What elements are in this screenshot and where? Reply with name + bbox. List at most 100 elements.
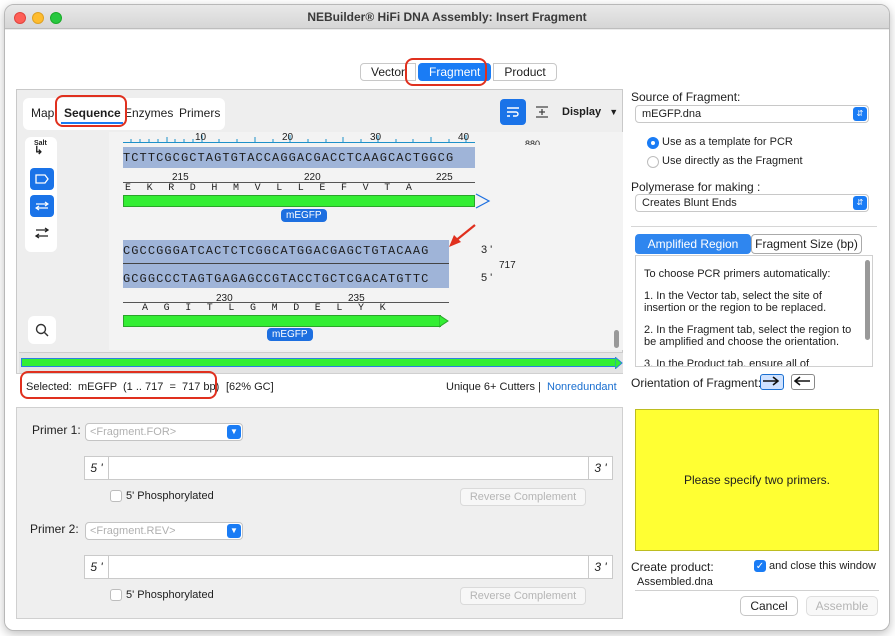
search-icon [35,323,49,337]
instruction-heading: To choose PCR primers automatically: [644,268,831,280]
highlight-sequence-tab [55,95,127,127]
polymerase-value: Creates Blunt Ends [642,197,737,209]
primer1-sequence-field[interactable]: 5 ' 3 ' [84,456,613,480]
arrow-right-icon [763,376,780,386]
gc-content: [62% GC] [226,381,274,393]
fit-width-button[interactable] [530,99,554,125]
display-menu[interactable]: Display ▼ [562,106,618,118]
instructions-scrollbar[interactable] [865,260,870,340]
feature-label-row2[interactable]: mEGFP [267,328,313,341]
close-window-label: and close this window [769,560,877,572]
arrow-left-icon [793,376,810,386]
primer2-sequence-field[interactable]: 5 ' 3 ' [84,555,613,579]
cutters-label[interactable]: Unique 6+ Cutters [446,381,535,393]
primer2-popup[interactable]: <Fragment.REV> ▼ [85,522,243,540]
ruler-ticks [130,135,467,143]
overview-selection [21,358,616,367]
row2-end-top: 3 ' [481,244,493,256]
wrap-toggle-button[interactable] [500,99,526,125]
feature-arrow-icon [35,174,49,184]
primer-message: Please specify two primers. [683,473,831,487]
primer1-phosphorylated-label: 5' Phosphorylated [126,490,214,502]
instructions-box: To choose PCR primers automatically: 1. … [635,255,873,367]
orientation-reverse-button[interactable] [791,374,815,390]
app-window: NEBuilder® HiFi DNA Assembly: Insert Fra… [4,4,890,631]
primer1-end3: 3 ' [588,457,612,479]
feature-bar-row1[interactable] [123,195,475,207]
source-select[interactable]: mEGFP.dna ⇵ [635,105,869,123]
swap-strand-button[interactable] [30,222,54,244]
primer1-phosphorylated-checkbox[interactable] [110,490,122,502]
radio-direct-fragment[interactable] [647,156,659,168]
salt-tool[interactable]: Salt ↳ [34,140,47,157]
ruler-label-10: 10 [195,132,207,143]
polymerase-select[interactable]: Creates Blunt Ends ⇵ [635,194,869,212]
amino-acids-row2: AGITLGMDELYK [142,303,402,314]
primer2-reverse-complement-button[interactable]: Reverse Complement [460,587,586,605]
create-product-label: Create product: [631,560,714,574]
source-label: Source of Fragment: [631,90,741,104]
chevron-down-icon: ▼ [227,425,241,439]
primer2-phosphorylated-checkbox[interactable] [110,589,122,601]
tab-fragment-size[interactable]: Fragment Size (bp) [751,234,862,254]
primer1-popup[interactable]: <Fragment.FOR> ▼ [85,423,243,441]
salt-arrow-icon: ↳ [34,145,44,157]
radio-template-pcr[interactable] [647,137,659,149]
window-content: Vector Fragment Product Map Sequence Enz… [5,30,889,630]
primer1-reverse-complement-button[interactable]: Reverse Complement [460,488,586,506]
primer1-label: Primer 1: [32,423,81,437]
ruler-label-40: 40 [458,132,470,143]
product-name-field[interactable]: Assembled.dna [635,574,879,591]
show-features-button[interactable] [30,168,54,190]
radio-direct-label: Use directly as the Fragment [662,155,803,167]
strand-pairing-line [123,263,449,264]
orientation-label: Orientation of Fragment: [631,376,762,390]
product-name-value: Assembled.dna [637,576,713,588]
updown-chevron-icon: ⇵ [853,107,867,121]
tab-enzymes[interactable]: Enzymes [124,106,173,120]
primer2-end5: 5 ' [85,556,109,578]
wrap-lines-icon [507,107,519,117]
fit-width-icon [536,106,548,118]
display-label: Display [562,106,602,118]
close-window-checkbox[interactable]: ✓ [754,560,766,572]
feature-bar-row2[interactable] [123,315,441,327]
double-strand-icon [35,201,49,211]
updown-chevron-icon: ⇵ [853,196,867,210]
tab-product[interactable]: Product [493,63,557,81]
assemble-button[interactable]: Assemble [806,596,878,616]
radio-template-label: Use as a template for PCR [662,136,793,148]
tab-amplified-region[interactable]: Amplified Region [635,234,751,254]
ruler-cut-label: 880 [525,139,541,145]
instruction-step-1: 1. In the Vector tab, select the site of… [644,290,827,314]
sequence-overview[interactable] [19,352,623,373]
feature-arrow-head-row2 [439,315,449,328]
tab-primers[interactable]: Primers [179,106,220,120]
ruler-label-20: 20 [282,132,294,143]
polymerase-label: Polymerase for making : [631,180,761,194]
sequence-scrollbar[interactable] [614,330,619,348]
primer1-end5: 5 ' [85,457,109,479]
feature-arrow-head-row1 [475,193,491,209]
right-divider [631,226,877,227]
orientation-forward-button[interactable] [760,374,784,390]
amino-acids-row1: EKRDHMVLLEFVTA [125,183,428,194]
row2-end-position: 717 [499,260,516,271]
feature-label-row1[interactable]: mEGFP [281,209,327,222]
sequence-row2-top: CGCCGGGATCACTCTCGGCATGGACGAGCTGTACAAG [123,244,430,258]
cancel-button[interactable]: Cancel [740,596,798,616]
primer2-popup-value: <Fragment.REV> [90,525,176,537]
primer2-label: Primer 2: [30,522,79,536]
search-tool[interactable] [28,316,56,344]
primer2-phosphorylated-label: 5' Phosphorylated [126,589,214,601]
chevron-down-icon: ▼ [227,524,241,538]
window-title: NEBuilder® HiFi DNA Assembly: Insert Fra… [307,10,587,24]
tab-map[interactable]: Map [31,106,54,120]
instruction-step-2: 2. In the Fragment tab, select the regio… [644,324,852,348]
highlight-selection-status [20,371,217,399]
show-translation-button[interactable] [30,195,54,217]
source-value: mEGFP.dna [642,108,702,120]
primer2-end3: 3 ' [588,556,612,578]
nonredundant-link[interactable]: Nonredundant [547,381,617,393]
overview-arrow-icon [615,357,623,369]
